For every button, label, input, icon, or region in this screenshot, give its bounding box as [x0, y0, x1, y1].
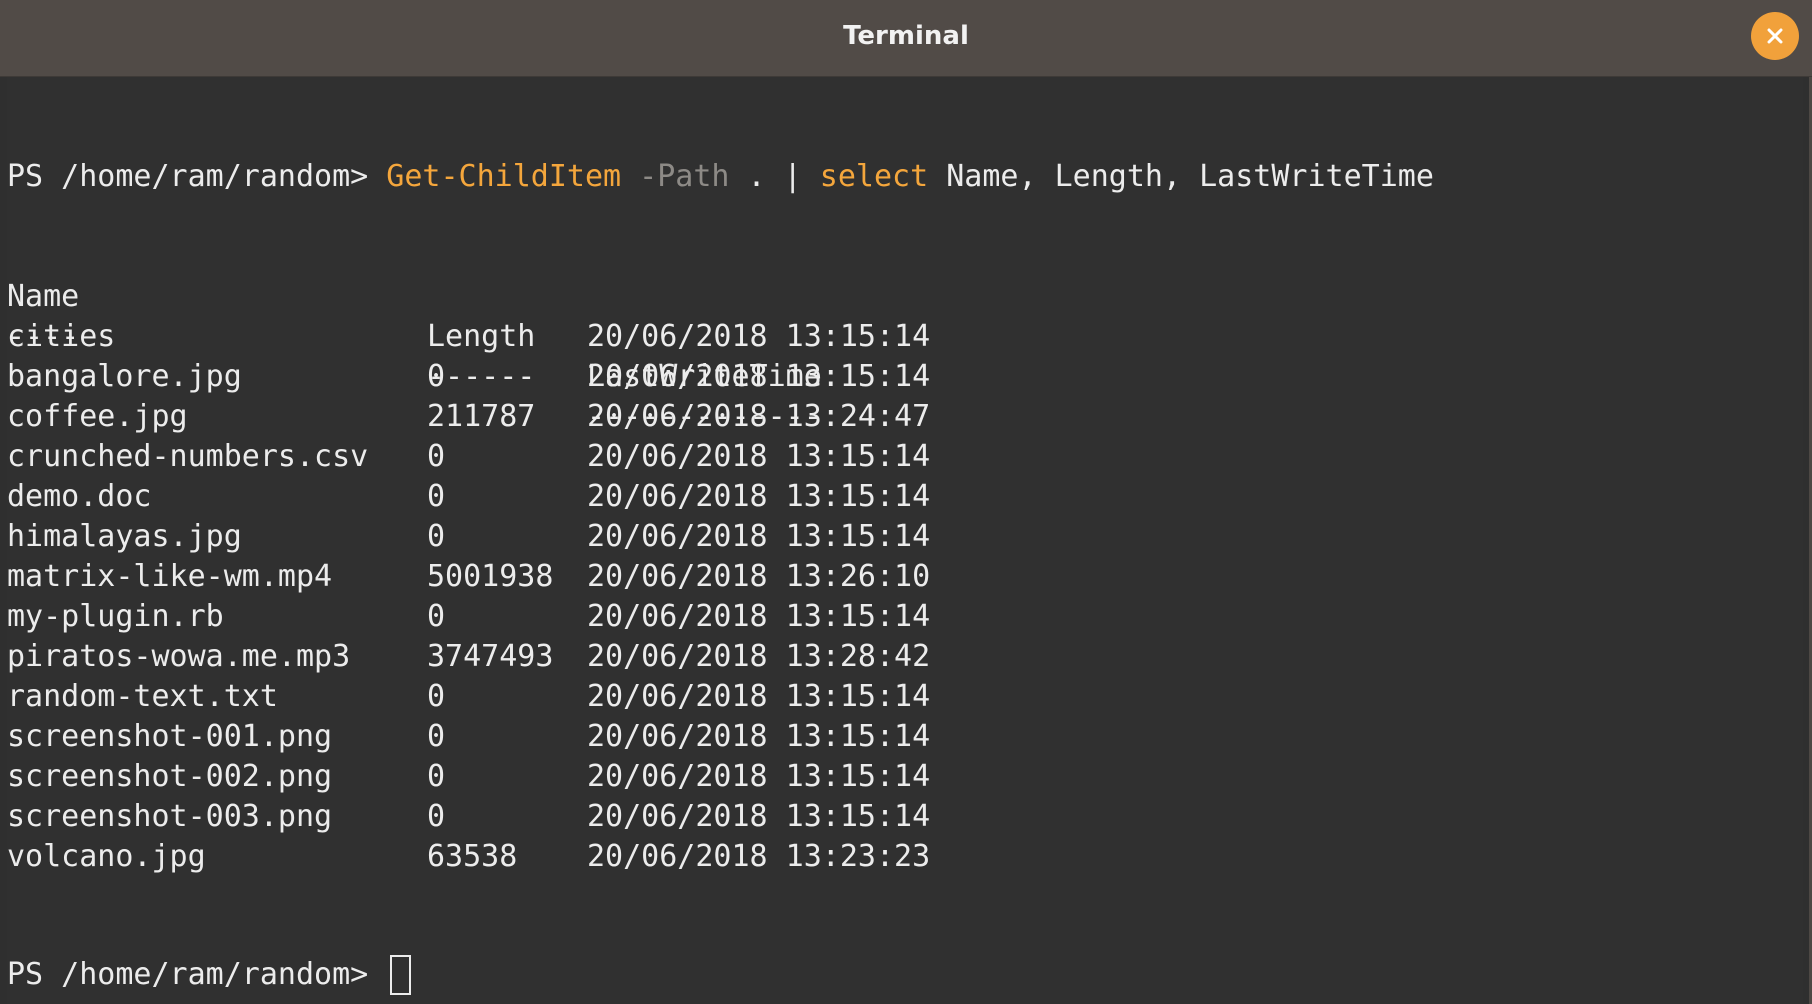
terminal-window: Terminal PS /home/ram/random> Get-ChildI…: [0, 0, 1812, 1004]
cell-length: 0: [427, 799, 446, 834]
cell-lastwritetime: 20/06/2018 13:15:14: [587, 719, 931, 754]
cell-length: 0: [427, 359, 446, 394]
select-cmdlet: select: [819, 159, 929, 194]
cell-length: 5001938: [427, 559, 554, 594]
cell-lastwritetime: 20/06/2018 13:15:14: [587, 439, 931, 474]
pipe-symbol: |: [783, 159, 802, 194]
cell-lastwritetime: 20/06/2018 13:15:14: [587, 799, 931, 834]
current-prompt-line[interactable]: PS /home/ram/random>: [7, 955, 412, 995]
cell-name: my-plugin.rb: [7, 599, 224, 634]
cell-name: coffee.jpg: [7, 399, 188, 434]
cell-name: cities: [7, 319, 116, 354]
cell-length: 0: [427, 439, 446, 474]
text-cursor[interactable]: [390, 955, 412, 995]
cell-name: himalayas.jpg: [7, 519, 242, 554]
cell-length: 0: [427, 679, 446, 714]
close-icon: [1767, 28, 1783, 44]
cell-name: bangalore.jpg: [7, 359, 242, 394]
cell-name: screenshot-001.png: [7, 719, 333, 754]
cell-lastwritetime: 20/06/2018 13:15:14: [587, 479, 931, 514]
title-bar[interactable]: Terminal: [0, 0, 1812, 77]
cell-length: 0: [427, 479, 446, 514]
table-header-row: Name Length LastWriteTime: [7, 237, 822, 394]
cell-length: 3747493: [427, 639, 554, 674]
header-length: Length: [427, 319, 536, 354]
cell-lastwritetime: 20/06/2018 13:15:14: [587, 359, 931, 394]
cell-name: screenshot-003.png: [7, 799, 333, 834]
cell-lastwritetime: 20/06/2018 13:15:14: [587, 599, 931, 634]
cell-lastwritetime: 20/06/2018 13:15:14: [587, 679, 931, 714]
cell-length: 0: [427, 519, 446, 554]
parameter-value: .: [747, 159, 766, 194]
window-title: Terminal: [843, 21, 969, 51]
cmdlet-name: Get-ChildItem: [386, 159, 622, 194]
cell-length: 211787: [427, 399, 536, 434]
cell-name: matrix-like-wm.mp4: [7, 559, 333, 594]
cell-name: piratos-wowa.me.mp3: [7, 639, 351, 674]
cell-length: 0: [427, 759, 446, 794]
cell-name: crunched-numbers.csv: [7, 439, 369, 474]
prompt: PS /home/ram/random>: [7, 159, 369, 194]
cell-length: 0: [427, 599, 446, 634]
parameter-name: -Path: [639, 159, 730, 194]
cell-length: 0: [427, 719, 446, 754]
terminal-output[interactable]: PS /home/ram/random> Get-ChildItem -Path…: [7, 77, 1803, 1004]
cell-lastwritetime: 20/06/2018 13:28:42: [587, 639, 931, 674]
cell-lastwritetime: 20/06/2018 13:26:10: [587, 559, 931, 594]
cell-name: volcano.jpg: [7, 839, 206, 874]
cell-lastwritetime: 20/06/2018 13:15:14: [587, 319, 931, 354]
cell-lastwritetime: 20/06/2018 13:15:14: [587, 519, 931, 554]
cell-name: random-text.txt: [7, 679, 278, 714]
cell-lastwritetime: 20/06/2018 13:24:47: [587, 399, 931, 434]
select-arguments: Name, Length, LastWriteTime: [946, 159, 1434, 194]
cell-name: screenshot-002.png: [7, 759, 333, 794]
cell-length: 63538: [427, 839, 518, 874]
cell-lastwritetime: 20/06/2018 13:15:14: [587, 759, 931, 794]
cell-lastwritetime: 20/06/2018 13:23:23: [587, 839, 931, 874]
table-separator-row: ---- ------ -------------: [7, 277, 822, 434]
command-line: PS /home/ram/random> Get-ChildItem -Path…: [7, 157, 1434, 197]
close-button[interactable]: [1751, 12, 1799, 60]
prompt: PS /home/ram/random>: [7, 957, 369, 992]
cell-name: demo.doc: [7, 479, 152, 514]
